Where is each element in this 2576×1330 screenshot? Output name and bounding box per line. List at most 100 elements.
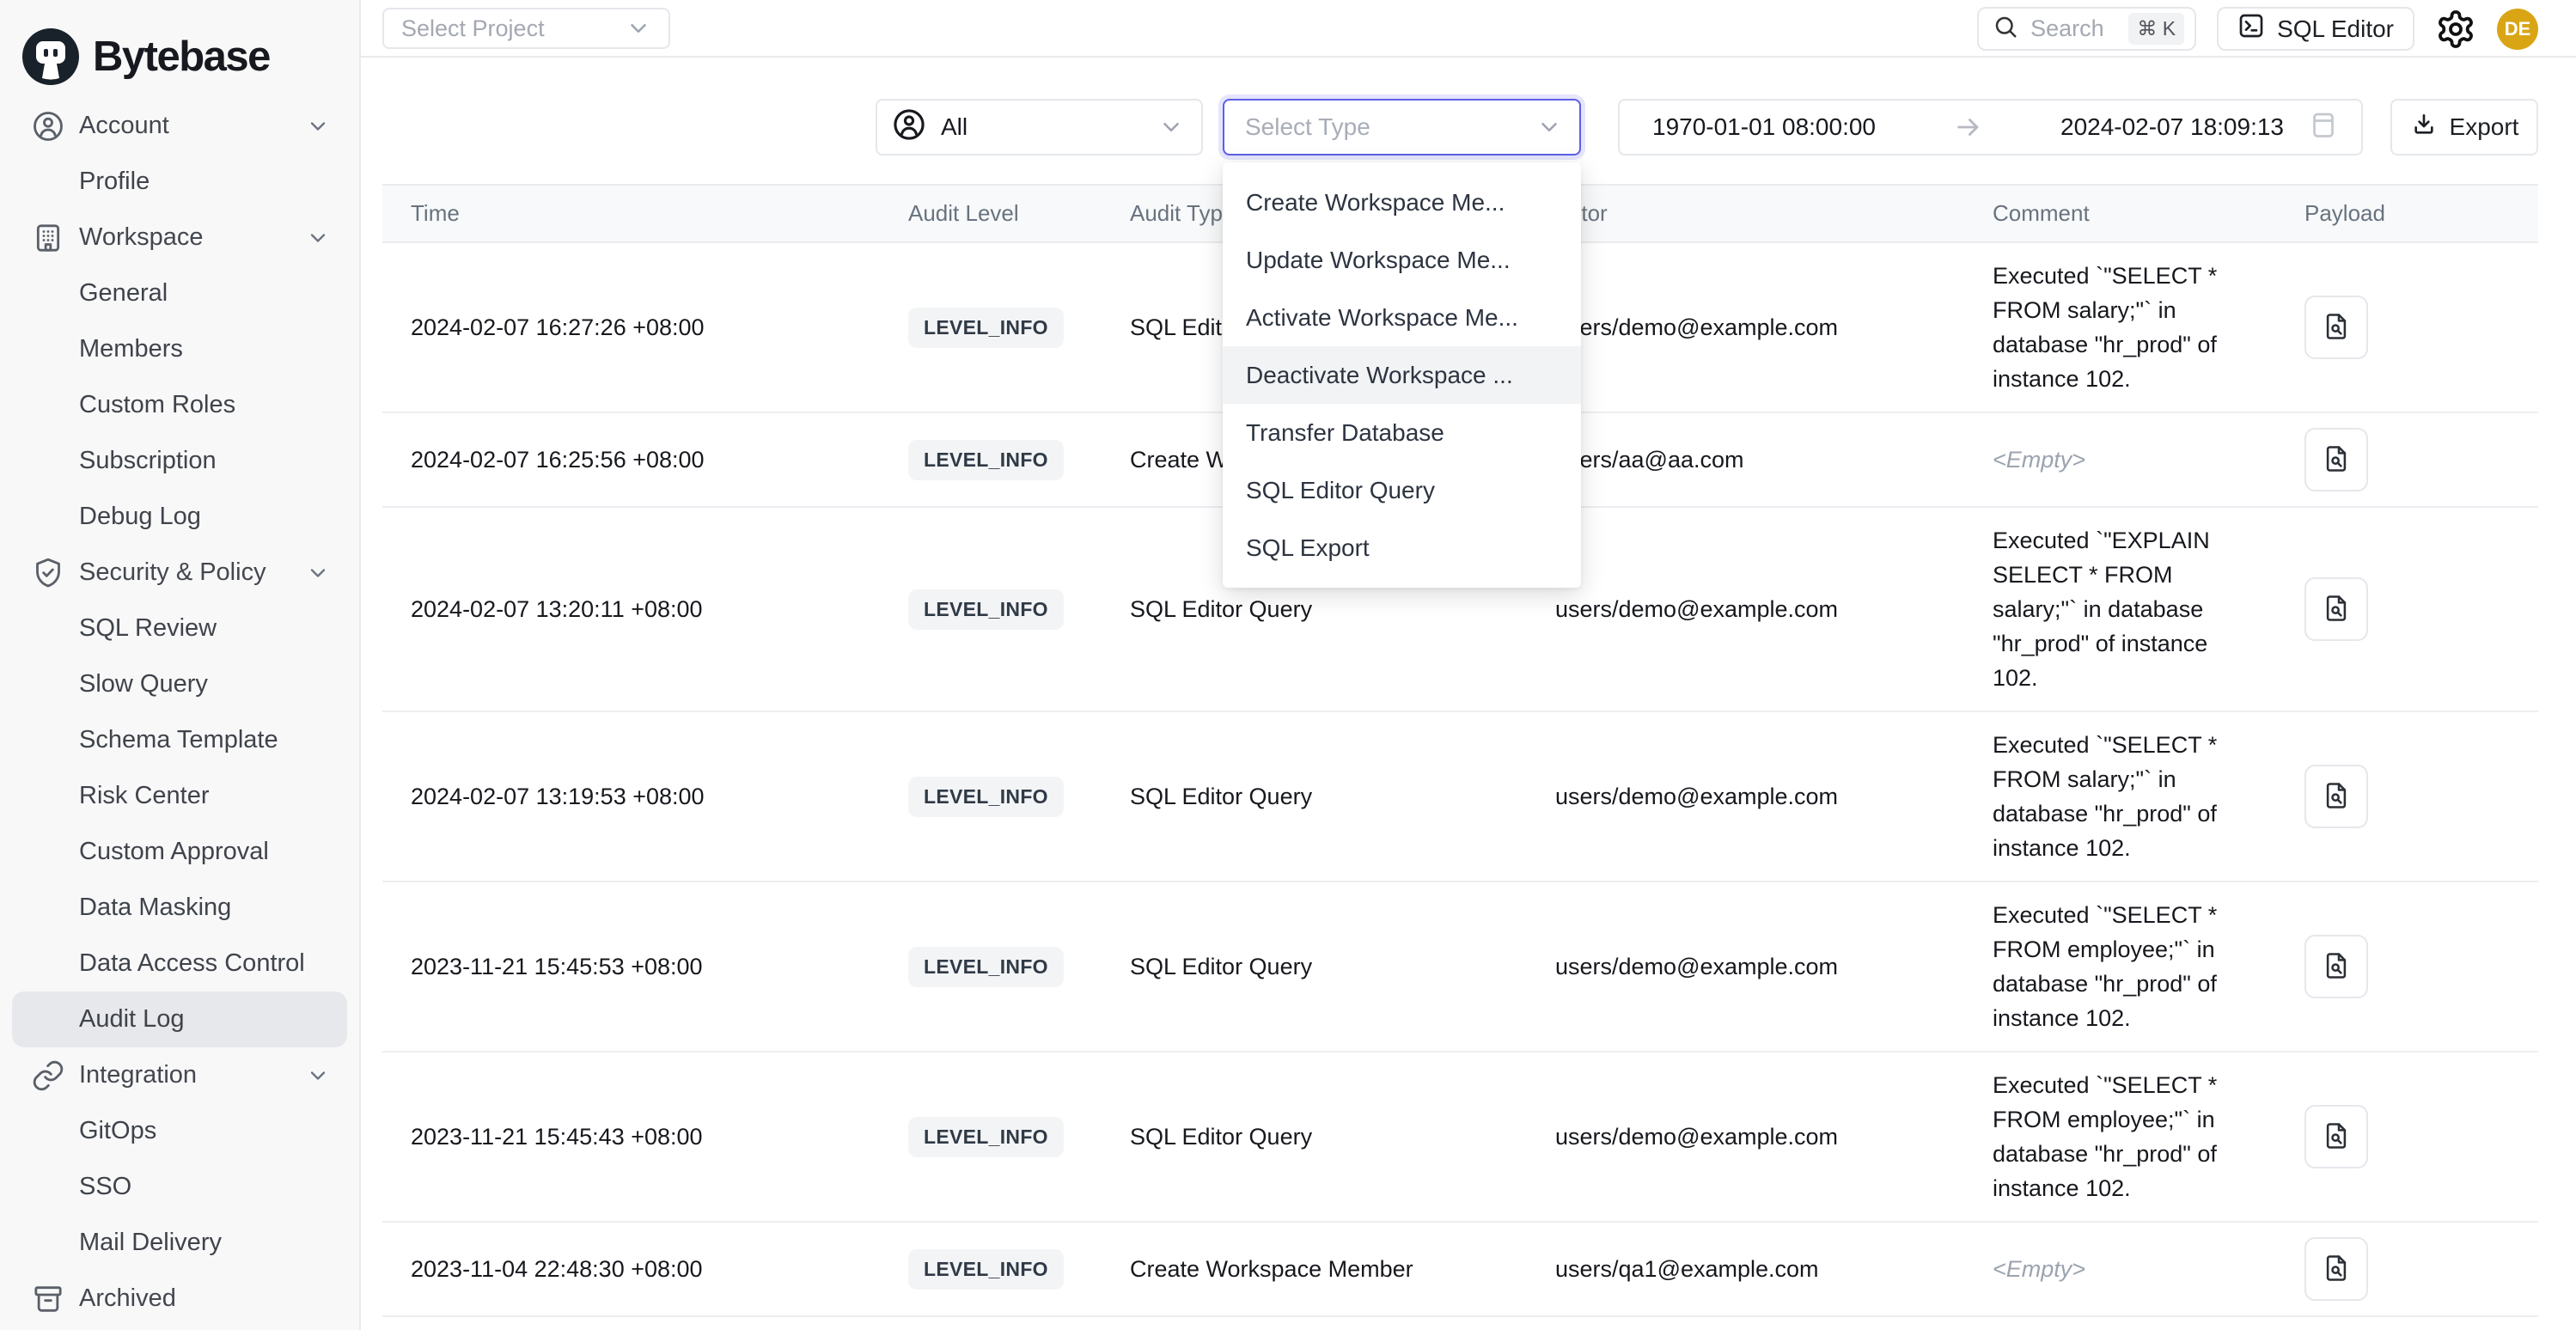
search-shortcut-badge: ⌘ K	[2128, 13, 2184, 45]
sidebar-item-custom-roles[interactable]: Custom Roles	[0, 377, 359, 433]
gear-icon[interactable]	[2435, 9, 2476, 50]
type-filter-select[interactable]: Select Type	[1223, 99, 1581, 156]
search-icon	[1993, 14, 2018, 44]
payload-view-button[interactable]	[2304, 1105, 2368, 1168]
project-select-placeholder: Select Project	[401, 15, 545, 42]
comment-text: Executed `"SELECT * FROM employee;"` in …	[1993, 1052, 2255, 1221]
sidebar-item-data-masking[interactable]: Data Masking	[0, 880, 359, 936]
cell-audit-type: Create Workspace Member	[1130, 1256, 1555, 1283]
cell-actor: users/demo@example.com	[1555, 596, 1993, 623]
comment-text: Executed `"SELECT * FROM salary;"` in da…	[1993, 712, 2255, 881]
sidebar-item-label: Schema Template	[0, 726, 278, 754]
sidebar-item-gitops[interactable]: GitOps	[0, 1103, 359, 1159]
cell-time: 2024-02-07 16:27:26 +08:00	[411, 314, 908, 341]
comment-empty: <Empty>	[1993, 427, 2255, 492]
type-dropdown-option[interactable]: Activate Workspace Me...	[1223, 289, 1581, 346]
sidebar-item-workspace[interactable]: Workspace	[0, 210, 359, 265]
brand-logo[interactable]: Bytebase	[0, 0, 359, 95]
cell-audit-level: LEVEL_INFO	[908, 1117, 1130, 1157]
bytebase-logo-icon	[22, 28, 79, 85]
file-search-icon	[2321, 950, 2352, 984]
file-search-icon	[2321, 443, 2352, 477]
topbar-right: Search ⌘ K SQL Editor DE	[1977, 7, 2538, 51]
sidebar-item-label: Mail Delivery	[0, 1229, 222, 1257]
cell-time: 2023-11-04 22:48:30 +08:00	[411, 1256, 908, 1283]
sidebar-item-mail-delivery[interactable]: Mail Delivery	[0, 1215, 359, 1271]
payload-view-button[interactable]	[2304, 296, 2368, 359]
payload-view-button[interactable]	[2304, 1237, 2368, 1301]
sidebar-item-members[interactable]: Members	[0, 321, 359, 377]
type-dropdown-option[interactable]: Create Workspace Me...	[1223, 174, 1581, 231]
sql-editor-button[interactable]: SQL Editor	[2217, 7, 2414, 51]
column-header-comment: Comment	[1993, 200, 2304, 227]
sidebar-item-audit-log[interactable]: Audit Log	[12, 991, 347, 1047]
search-placeholder: Search	[2030, 15, 2116, 42]
sidebar-item-label: Slow Query	[0, 670, 208, 699]
sidebar-item-security-policy[interactable]: Security & Policy	[0, 545, 359, 601]
sidebar-item-sso[interactable]: SSO	[0, 1159, 359, 1215]
sidebar-item-data-access-control[interactable]: Data Access Control	[0, 936, 359, 991]
sidebar-item-label: Archived	[0, 1284, 176, 1313]
cell-actor: users/demo@example.com	[1555, 954, 1993, 980]
type-dropdown-option[interactable]: Update Workspace Me...	[1223, 231, 1581, 289]
cell-payload	[2304, 1237, 2538, 1301]
type-dropdown-option[interactable]: SQL Export	[1223, 519, 1581, 577]
sidebar-item-general[interactable]: General	[0, 265, 359, 321]
table-row: 2024-02-07 13:19:53 +08:00LEVEL_INFOSQL …	[382, 712, 2538, 882]
payload-view-button[interactable]	[2304, 577, 2368, 641]
sidebar-item-integration[interactable]: Integration	[0, 1047, 359, 1103]
cell-time: 2024-02-07 13:20:11 +08:00	[411, 596, 908, 623]
sidebar-item-subscription[interactable]: Subscription	[0, 433, 359, 489]
cell-actor: users/demo@example.com	[1555, 1124, 1993, 1150]
cell-audit-level: LEVEL_INFO	[908, 777, 1130, 817]
sidebar-item-label: Data Masking	[0, 894, 231, 922]
sidebar-item-label: Members	[0, 335, 183, 363]
sidebar-item-custom-approval[interactable]: Custom Approval	[0, 824, 359, 880]
type-dropdown-option[interactable]: SQL Editor Query	[1223, 461, 1581, 519]
main-area: Select Project Search ⌘ K SQ	[361, 0, 2576, 1330]
project-select[interactable]: Select Project	[382, 8, 670, 49]
sidebar-item-label: Risk Center	[0, 782, 210, 810]
security-icon	[31, 556, 65, 590]
search-input[interactable]: Search ⌘ K	[1977, 7, 2196, 51]
cell-comment: Executed `"EXPLAIN SELECT * FROM salary;…	[1993, 508, 2304, 711]
date-range-picker[interactable]: 1970-01-01 08:00:00 2024-02-07 18:09:13	[1618, 99, 2363, 156]
workspace-icon	[31, 221, 65, 255]
cell-comment: <Empty>	[1993, 427, 2304, 492]
cell-actor: users/demo@example.com	[1555, 784, 1993, 810]
arrow-right-icon	[1876, 113, 2060, 142]
cell-payload	[2304, 1105, 2538, 1168]
type-dropdown-option[interactable]: Deactivate Workspace ...	[1223, 346, 1581, 404]
export-button[interactable]: Export	[2390, 99, 2538, 156]
payload-view-button[interactable]	[2304, 765, 2368, 828]
sidebar-item-debug-log[interactable]: Debug Log	[0, 489, 359, 545]
type-filter-placeholder: Select Type	[1245, 113, 1370, 141]
sidebar-item-slow-query[interactable]: Slow Query	[0, 656, 359, 712]
actor-filter-select[interactable]: All	[876, 99, 1203, 156]
cell-audit-level: LEVEL_INFO	[908, 440, 1130, 480]
payload-view-button[interactable]	[2304, 935, 2368, 998]
sidebar-item-label: Debug Log	[0, 503, 201, 531]
sidebar-item-profile[interactable]: Profile	[0, 154, 359, 210]
column-header-audit-level: Audit Level	[908, 200, 1130, 227]
cell-time: 2023-11-21 15:45:53 +08:00	[411, 954, 908, 980]
sidebar-item-sql-review[interactable]: SQL Review	[0, 601, 359, 656]
sidebar-item-risk-center[interactable]: Risk Center	[0, 768, 359, 824]
date-from: 1970-01-01 08:00:00	[1652, 113, 1876, 141]
cell-payload	[2304, 577, 2538, 641]
cell-time: 2024-02-07 16:25:56 +08:00	[411, 447, 908, 473]
payload-view-button[interactable]	[2304, 428, 2368, 491]
cell-audit-type: SQL Editor Query	[1130, 784, 1555, 810]
sidebar-item-label: SQL Review	[0, 614, 217, 643]
sidebar-item-archived[interactable]: Archived	[0, 1271, 359, 1327]
type-filter-dropdown: Create Workspace Me...Update Workspace M…	[1223, 162, 1581, 588]
cell-audit-type: SQL Editor Query	[1130, 1124, 1555, 1150]
type-dropdown-option[interactable]: Transfer Database	[1223, 404, 1581, 461]
sidebar: Bytebase AccountProfileWorkspaceGeneral M…	[0, 0, 361, 1330]
column-header-time: Time	[411, 200, 908, 227]
sidebar-item-schema-template[interactable]: Schema Template	[0, 712, 359, 768]
avatar[interactable]: DE	[2497, 9, 2538, 50]
sidebar-item-account[interactable]: Account	[0, 98, 359, 154]
cell-time: 2024-02-07 13:19:53 +08:00	[411, 784, 908, 810]
chevron-down-icon	[306, 226, 330, 250]
